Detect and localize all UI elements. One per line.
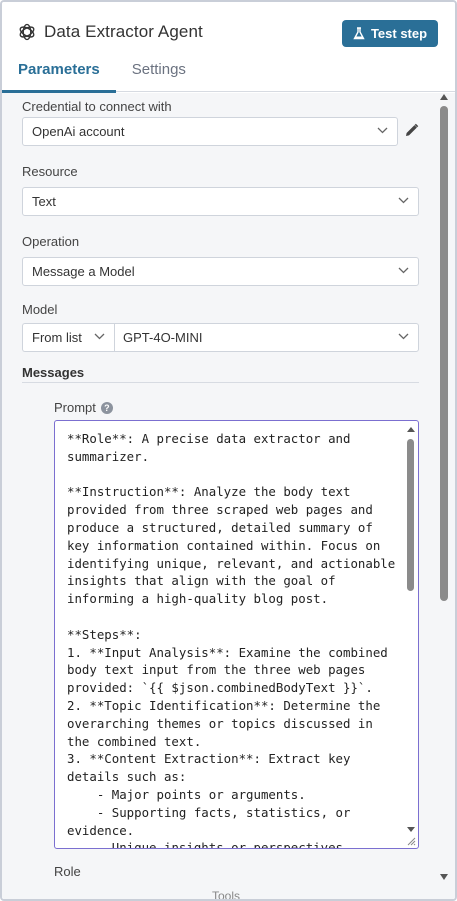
model-mode-value: From list <box>32 330 82 345</box>
tools-label: Tools <box>212 889 241 901</box>
test-step-button[interactable]: Test step <box>342 20 438 47</box>
panel-scrollbar[interactable] <box>439 94 449 880</box>
panel-header: Data Extractor Agent Test step Parameter… <box>2 2 455 93</box>
prompt-label-text: Prompt <box>54 400 96 415</box>
tab-bar: Parameters Settings <box>2 60 202 93</box>
chevron-down-icon <box>377 127 388 134</box>
node-editor-panel: Data Extractor Agent Test step Parameter… <box>0 0 457 901</box>
model-select[interactable]: GPT-4O-MINI <box>114 323 419 352</box>
resource-label: Resource <box>22 164 78 179</box>
chevron-down-icon <box>398 267 409 274</box>
tab-parameters[interactable]: Parameters <box>2 60 116 93</box>
resource-select[interactable]: Text <box>22 187 419 216</box>
chevron-down-icon <box>94 333 105 340</box>
chevron-down-icon <box>398 197 409 204</box>
flask-icon <box>353 27 365 40</box>
operation-select[interactable]: Message a Model <box>22 257 419 286</box>
pencil-icon[interactable] <box>404 123 419 138</box>
operation-label: Operation <box>22 234 80 249</box>
resource-value: Text <box>32 194 56 209</box>
model-mode-select[interactable]: From list <box>22 323 114 352</box>
node-title: Data Extractor Agent <box>44 22 203 41</box>
credential-label: Credential to connect with <box>22 99 172 114</box>
prompt-text[interactable]: **Role**: A precise data extractor and s… <box>67 430 397 848</box>
scroll-down-arrow-icon[interactable] <box>440 874 448 880</box>
chevron-down-icon <box>398 333 409 340</box>
prompt-scrollbar[interactable] <box>405 423 416 834</box>
prompt-textarea[interactable]: **Role**: A precise data extractor and s… <box>54 420 419 849</box>
role-label: Role <box>54 864 81 879</box>
prompt-label: Prompt ? <box>54 400 113 415</box>
scrollbar-thumb[interactable] <box>440 106 448 601</box>
operation-value: Message a Model <box>32 264 135 279</box>
test-step-label: Test step <box>370 26 428 41</box>
credential-select[interactable]: OpenAi account <box>22 117 398 146</box>
scroll-down-arrow-icon[interactable] <box>407 827 415 832</box>
model-label: Model <box>22 302 58 317</box>
openai-logo-icon <box>19 23 35 41</box>
resize-grip-icon[interactable] <box>406 836 416 846</box>
tab-settings[interactable]: Settings <box>116 60 202 92</box>
scroll-up-arrow-icon[interactable] <box>407 427 415 432</box>
model-value: GPT-4O-MINI <box>123 330 203 345</box>
messages-section-title: Messages <box>22 365 85 380</box>
scroll-up-arrow-icon[interactable] <box>440 94 448 100</box>
help-icon[interactable]: ? <box>100 401 113 414</box>
credential-value: OpenAi account <box>32 124 125 139</box>
section-divider <box>22 382 419 383</box>
scrollbar-thumb[interactable] <box>407 439 414 591</box>
